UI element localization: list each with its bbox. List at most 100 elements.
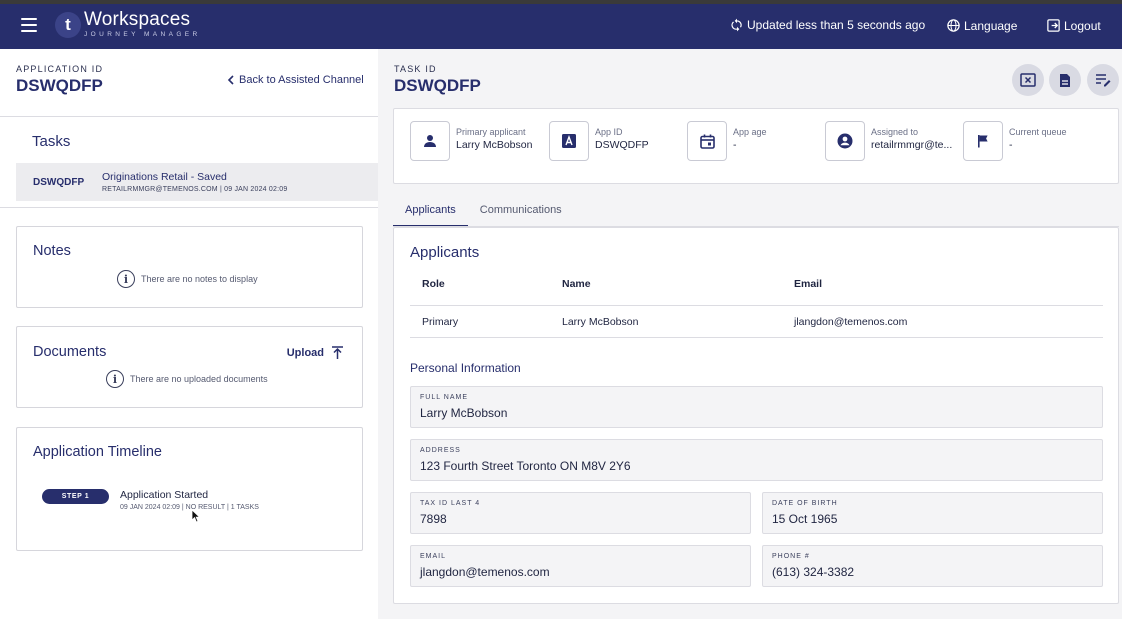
divider xyxy=(0,207,378,208)
app-id-icon xyxy=(549,121,589,161)
email-field[interactable]: EMAIL jlangdon@temenos.com xyxy=(410,545,751,587)
field-value: 123 Fourth Street Toronto ON M8V 2Y6 xyxy=(420,459,631,473)
logout-button[interactable]: Logout xyxy=(1046,18,1101,33)
tab-applicants[interactable]: Applicants xyxy=(393,199,468,227)
task-id: DSWQDFP xyxy=(33,177,85,188)
column-header-name: Name xyxy=(562,278,591,290)
upload-label: Upload xyxy=(286,346,324,359)
summary-label: Primary applicant xyxy=(456,127,526,137)
documents-card: Documents Upload i There are no uploaded… xyxy=(16,326,363,408)
person-icon xyxy=(410,121,450,161)
summary-current-queue: Current queue - xyxy=(963,121,1099,161)
brand-title: Workspaces xyxy=(84,9,191,30)
summary-value: - xyxy=(1009,139,1013,151)
notes-empty-text: There are no notes to display xyxy=(141,274,258,284)
globe-icon xyxy=(947,19,960,32)
full-name-field[interactable]: FULL NAME Larry McBobson xyxy=(410,386,1103,428)
summary-app-id: App ID DSWQDFP xyxy=(549,121,677,161)
back-link-label: Back to Assisted Channel xyxy=(239,74,364,86)
language-button[interactable]: Language xyxy=(946,18,1017,33)
flag-icon xyxy=(963,121,1003,161)
applicants-heading: Applicants xyxy=(410,244,480,261)
close-task-button[interactable] xyxy=(1012,64,1044,96)
summary-label: App age xyxy=(733,127,767,137)
document-button[interactable] xyxy=(1049,64,1081,96)
field-label: EMAIL xyxy=(420,553,447,560)
field-value: (613) 324-3382 xyxy=(772,565,855,579)
cell-email: jlangdon@temenos.com xyxy=(794,316,908,328)
summary-value: DSWQDFP xyxy=(595,139,649,151)
divider xyxy=(0,116,378,117)
cell-name: Larry McBobson xyxy=(562,316,639,328)
back-to-assisted-channel-link[interactable]: Back to Assisted Channel xyxy=(227,74,364,86)
chevron-left-icon xyxy=(227,75,234,85)
table-divider xyxy=(410,305,1103,306)
refresh-icon xyxy=(731,18,742,32)
timeline-heading: Application Timeline xyxy=(33,444,162,460)
field-label: FULL NAME xyxy=(420,394,469,401)
field-label: DATE OF BIRTH xyxy=(772,500,838,507)
address-field[interactable]: ADDRESS 123 Fourth Street Toronto ON M8V… xyxy=(410,439,1103,481)
phone-field[interactable]: PHONE # (613) 324-3382 xyxy=(762,545,1103,587)
field-label: ADDRESS xyxy=(420,447,461,454)
tab-bar: Applicants Communications xyxy=(393,199,574,227)
documents-heading: Documents xyxy=(33,344,107,360)
info-icon: i xyxy=(117,270,135,288)
notes-heading: Notes xyxy=(33,243,71,259)
notes-card: Notes i There are no notes to display xyxy=(16,226,363,308)
summary-label: App ID xyxy=(595,127,623,137)
brand-subtitle: JOURNEY MANAGER xyxy=(84,31,201,38)
summary-value: Larry McBobson xyxy=(456,139,533,151)
timeline-event: Application Started xyxy=(120,489,209,501)
edit-notes-button[interactable] xyxy=(1087,64,1119,96)
tab-communications[interactable]: Communications xyxy=(468,199,574,227)
notes-empty-message: i There are no notes to display xyxy=(117,270,258,288)
applicants-card: Applicants Role Name Email Primary Larry… xyxy=(393,227,1119,604)
field-value: Larry McBobson xyxy=(420,406,508,420)
upload-icon xyxy=(332,346,343,359)
field-value: 15 Oct 1965 xyxy=(772,512,838,526)
timeline-event-meta: 09 JAN 2024 02:09 | NO RESULT | 1 TASKS xyxy=(120,504,259,511)
documents-empty-text: There are no uploaded documents xyxy=(130,374,268,384)
hamburger-menu-icon[interactable] xyxy=(21,18,37,32)
logout-label: Logout xyxy=(1064,18,1101,33)
summary-label: Assigned to xyxy=(871,127,919,137)
date-of-birth-field[interactable]: DATE OF BIRTH 15 Oct 1965 xyxy=(762,492,1103,534)
language-label: Language xyxy=(964,18,1018,33)
field-label: PHONE # xyxy=(772,553,810,560)
top-app-bar: t Workspaces JOURNEY MANAGER Updated les… xyxy=(0,0,1122,49)
summary-label: Current queue xyxy=(1009,127,1067,137)
task-id-value: DSWQDFP xyxy=(394,76,481,95)
logout-icon xyxy=(1047,19,1060,32)
task-meta: RETAILRMMGR@TEMENOS.COM | 09 JAN 2024 02… xyxy=(102,186,288,193)
application-id-value: DSWQDFP xyxy=(16,76,103,95)
field-label: TAX ID LAST 4 xyxy=(420,500,481,507)
upload-button[interactable]: Upload xyxy=(287,346,343,359)
close-box-icon xyxy=(1020,73,1036,87)
step-badge: STEP 1 xyxy=(42,489,109,504)
calendar-icon xyxy=(687,121,727,161)
logo-icon: t xyxy=(55,12,81,38)
summary-app-age: App age - xyxy=(687,121,815,161)
application-summary-card: Primary applicant Larry McBobson App ID … xyxy=(393,108,1119,184)
table-divider xyxy=(410,337,1103,338)
info-icon: i xyxy=(106,370,124,388)
personal-information-heading: Personal Information xyxy=(410,361,521,375)
tax-id-field[interactable]: TAX ID LAST 4 7898 xyxy=(410,492,751,534)
field-value: jlangdon@temenos.com xyxy=(420,565,550,579)
cell-role: Primary xyxy=(422,316,459,328)
summary-value: retailrmmgr@te... xyxy=(871,139,953,151)
summary-value: - xyxy=(733,139,737,151)
right-panel: TASK ID DSWQDFP Primary applicant Larry … xyxy=(378,49,1122,619)
updated-status-text: Updated less than 5 seconds ago xyxy=(747,18,926,32)
account-circle-icon xyxy=(825,121,865,161)
column-header-email: Email xyxy=(794,278,823,290)
task-list-item[interactable]: DSWQDFP Originations Retail - Saved RETA… xyxy=(16,163,378,201)
left-panel: APPLICATION ID DSWQDFP Back to Assisted … xyxy=(0,49,378,619)
application-timeline-card: Application Timeline STEP 1 Application … xyxy=(16,427,363,551)
task-id-label: TASK ID xyxy=(394,64,437,74)
column-header-role: Role xyxy=(422,278,445,290)
tasks-heading: Tasks xyxy=(32,133,71,150)
summary-assigned-to: Assigned to retailrmmgr@te... xyxy=(825,121,957,161)
refresh-status[interactable]: Updated less than 5 seconds ago xyxy=(730,18,925,32)
